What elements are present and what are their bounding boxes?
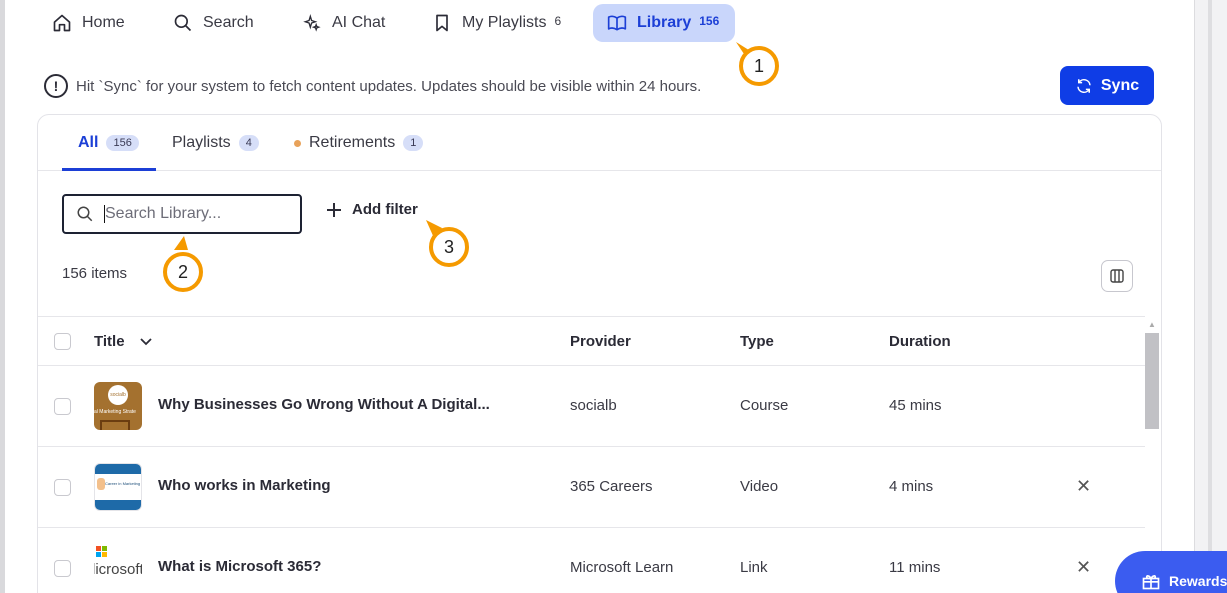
window-frame-left bbox=[0, 0, 5, 593]
course-thumbnail: socialb al Marketing Strate bbox=[94, 382, 142, 430]
ms-logo-red bbox=[96, 546, 101, 551]
select-all-checkbox[interactable] bbox=[54, 333, 71, 350]
sync-info: ! Hit `Sync` for your system to fetch co… bbox=[44, 74, 701, 98]
scroll-up-arrow[interactable]: ▲ bbox=[1148, 320, 1156, 329]
type-header[interactable]: Type bbox=[740, 333, 774, 350]
row-type: Course bbox=[740, 397, 789, 414]
thumb-caption: Career in Marketing bbox=[105, 481, 141, 486]
tab-playlists[interactable]: Playlists 4 bbox=[172, 115, 259, 171]
nav-my-playlists[interactable]: My Playlists 6 bbox=[418, 4, 575, 42]
tab-all-label: All bbox=[78, 134, 99, 151]
row-provider: 365 Careers bbox=[570, 478, 653, 495]
search-icon bbox=[174, 14, 192, 32]
info-icon: ! bbox=[44, 74, 68, 98]
nav-library-label: Library bbox=[637, 14, 692, 31]
bookmark-icon bbox=[436, 14, 448, 32]
table-row[interactable]: licrosoft What is Microsoft 365? Microso… bbox=[38, 528, 1145, 593]
retirements-dot-icon bbox=[294, 139, 301, 147]
active-tab-indicator bbox=[62, 168, 156, 171]
provider-header[interactable]: Provider bbox=[570, 333, 631, 350]
rewards-button[interactable]: Rewards bbox=[1115, 551, 1227, 593]
table-row[interactable]: Career in Marketing Who works in Marketi… bbox=[38, 447, 1145, 528]
row-title[interactable]: What is Microsoft 365? bbox=[158, 558, 321, 575]
library-tabs: All 156 Playlists 4 Retirements 1 bbox=[38, 115, 1161, 171]
tab-playlists-count: 4 bbox=[238, 135, 259, 151]
columns-button[interactable] bbox=[1101, 260, 1133, 292]
remove-icon[interactable]: ✕ bbox=[1076, 557, 1091, 578]
socialb-logo: socialb bbox=[108, 385, 128, 405]
row-title[interactable]: Why Businesses Go Wrong Without A Digita… bbox=[158, 396, 490, 413]
sync-info-text: Hit `Sync` for your system to fetch cont… bbox=[76, 77, 702, 95]
ms-logo-yellow bbox=[102, 552, 107, 557]
gift-icon bbox=[1142, 575, 1160, 590]
row-checkbox[interactable] bbox=[54, 398, 71, 415]
refresh-icon bbox=[1077, 78, 1091, 93]
nav-my-playlists-label: My Playlists bbox=[462, 14, 547, 31]
columns-icon bbox=[1110, 269, 1124, 283]
video-thumbnail: Career in Marketing bbox=[94, 463, 142, 511]
window-scroll-track bbox=[1208, 0, 1212, 593]
thumb-frame bbox=[100, 420, 130, 430]
sync-button[interactable]: Sync bbox=[1060, 66, 1154, 105]
remove-icon[interactable]: ✕ bbox=[1076, 476, 1091, 497]
tab-retirements-count: 1 bbox=[403, 135, 424, 151]
nav-ai-chat-label: AI Chat bbox=[332, 14, 386, 31]
callout-3: 3 bbox=[429, 227, 469, 267]
table-row[interactable]: socialb al Marketing Strate Why Business… bbox=[38, 366, 1145, 447]
library-search[interactable] bbox=[62, 194, 302, 234]
search-icon bbox=[77, 206, 93, 222]
add-filter-button[interactable]: Add filter bbox=[326, 201, 418, 218]
thumb-caption: al Marketing Strate bbox=[94, 409, 136, 415]
tab-all[interactable]: All 156 bbox=[78, 115, 139, 171]
duration-header[interactable]: Duration bbox=[889, 333, 951, 350]
add-filter-label: Add filter bbox=[352, 201, 418, 218]
row-provider: Microsoft Learn bbox=[570, 559, 674, 576]
ms-logo-blue bbox=[96, 552, 101, 557]
row-type: Link bbox=[740, 559, 768, 576]
row-duration: 11 mins bbox=[889, 559, 941, 576]
nav-home[interactable]: Home bbox=[38, 4, 139, 42]
thumb-banner bbox=[95, 464, 141, 474]
thumb-footer bbox=[95, 500, 141, 510]
tab-all-count: 156 bbox=[106, 135, 139, 151]
rewards-label: Rewards bbox=[1169, 573, 1227, 589]
nav-ai-chat[interactable]: AI Chat bbox=[288, 4, 399, 42]
callout-1: 1 bbox=[739, 46, 779, 86]
items-count: 156 items bbox=[62, 265, 128, 282]
row-provider: socialb bbox=[570, 397, 617, 414]
tab-retirements-label: Retirements bbox=[309, 134, 396, 151]
sparkle-icon bbox=[303, 14, 321, 32]
chevron-down-icon bbox=[139, 337, 152, 345]
title-header[interactable]: Title bbox=[94, 333, 153, 350]
callout-2: 2 bbox=[163, 252, 203, 292]
search-input[interactable] bbox=[105, 205, 285, 223]
library-table: Title Provider Type Duration socialb al … bbox=[38, 316, 1145, 593]
nav-my-playlists-count: 6 bbox=[554, 13, 562, 28]
nav-library[interactable]: Library 156 bbox=[593, 4, 735, 42]
row-title[interactable]: Who works in Marketing bbox=[158, 477, 331, 494]
table-scrollbar[interactable] bbox=[1145, 333, 1159, 429]
title-header-label: Title bbox=[94, 333, 125, 350]
thumb-person bbox=[97, 478, 105, 490]
nav-search[interactable]: Search bbox=[159, 4, 268, 42]
row-checkbox[interactable] bbox=[54, 479, 71, 496]
sync-button-label: Sync bbox=[1100, 76, 1140, 94]
row-type: Video bbox=[740, 478, 779, 495]
nav-home-label: Home bbox=[82, 14, 125, 31]
row-duration: 4 mins bbox=[889, 478, 934, 495]
home-icon bbox=[53, 14, 71, 32]
nav-library-count: 156 bbox=[699, 13, 720, 28]
thumb-caption: licrosoft bbox=[94, 561, 142, 578]
nav-search-label: Search bbox=[203, 14, 254, 31]
library-card: All 156 Playlists 4 Retirements 1 Add fi… bbox=[37, 114, 1162, 593]
plus-icon bbox=[327, 202, 341, 217]
tab-playlists-label: Playlists bbox=[172, 134, 231, 151]
table-header: Title Provider Type Duration bbox=[38, 316, 1145, 366]
link-thumbnail: licrosoft bbox=[94, 544, 142, 592]
tab-retirements[interactable]: Retirements 1 bbox=[294, 115, 424, 171]
row-checkbox[interactable] bbox=[54, 560, 71, 577]
ms-logo-green bbox=[102, 546, 107, 551]
book-icon bbox=[607, 15, 627, 31]
row-duration: 45 mins bbox=[889, 397, 942, 414]
